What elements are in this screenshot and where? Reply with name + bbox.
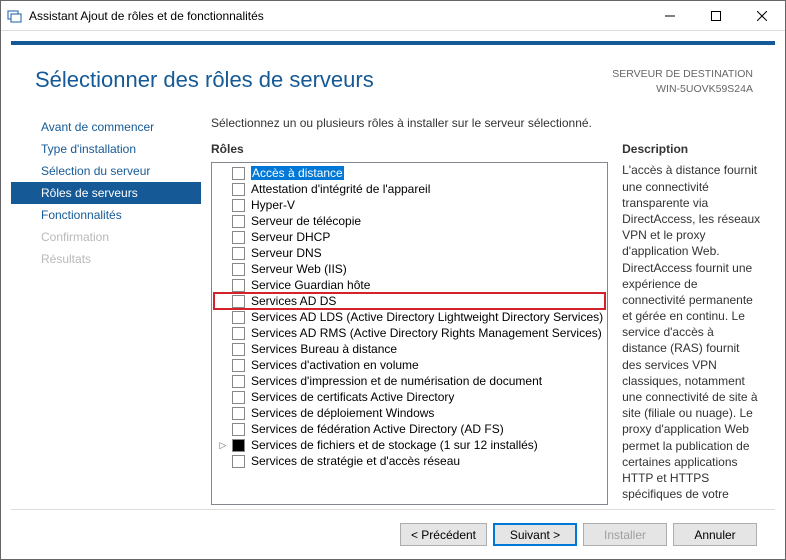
role-item[interactable]: Serveur DNS	[214, 245, 605, 261]
role-item[interactable]: Services de fédération Active Directory …	[214, 421, 605, 437]
checkbox[interactable]	[232, 455, 245, 468]
role-label: Services AD DS	[251, 294, 336, 308]
role-label: Services de stratégie et d'accès réseau	[251, 454, 460, 468]
role-label: Attestation d'intégrité de l'appareil	[251, 182, 430, 196]
checkbox[interactable]	[232, 327, 245, 340]
checkbox[interactable]	[232, 167, 245, 180]
roles-label: Rôles	[211, 142, 608, 156]
checkbox[interactable]	[232, 215, 245, 228]
role-item[interactable]: Hyper-V	[214, 197, 605, 213]
role-item[interactable]: Serveur de télécopie	[214, 213, 605, 229]
previous-button[interactable]: < Précédent	[400, 523, 487, 546]
checkbox[interactable]	[232, 199, 245, 212]
description-text[interactable]: L'accès à distance fournit une connectiv…	[622, 162, 767, 505]
checkbox[interactable]	[232, 375, 245, 388]
role-item[interactable]: Services de stratégie et d'accès réseau	[214, 453, 605, 469]
destination-label: SERVEUR DE DESTINATION	[612, 67, 753, 82]
role-item[interactable]: Serveur Web (IIS)	[214, 261, 605, 277]
description-label: Description	[622, 142, 767, 156]
role-item[interactable]: Attestation d'intégrité de l'appareil	[214, 181, 605, 197]
next-button[interactable]: Suivant >	[493, 523, 577, 546]
checkbox[interactable]	[232, 391, 245, 404]
role-item[interactable]: ▷ Services de fichiers et de stockage (1 …	[214, 437, 605, 453]
wizard-step[interactable]: Sélection du serveur	[11, 160, 201, 182]
role-item[interactable]: Accès à distance	[214, 165, 605, 181]
role-label: Serveur DNS	[251, 246, 322, 260]
checkbox[interactable]	[232, 247, 245, 260]
role-label: Services AD RMS (Active Directory Rights…	[251, 326, 602, 340]
role-item[interactable]: Services de déploiement Windows	[214, 405, 605, 421]
app-icon	[7, 8, 23, 24]
checkbox[interactable]	[232, 343, 245, 356]
role-item[interactable]: Services AD DS	[214, 293, 605, 309]
maximize-button[interactable]	[693, 1, 739, 31]
role-label: Hyper-V	[251, 198, 295, 212]
checkbox[interactable]	[232, 359, 245, 372]
page-header: Sélectionner des rôles de serveurs SERVE…	[11, 41, 775, 106]
role-label: Services Bureau à distance	[251, 342, 397, 356]
role-label: Services de déploiement Windows	[251, 406, 434, 420]
role-label: Services de fichiers et de stockage (1 s…	[251, 438, 538, 452]
wizard-step[interactable]: Rôles de serveurs	[11, 182, 201, 204]
role-label: Services AD LDS (Active Directory Lightw…	[251, 310, 603, 324]
wizard-step[interactable]: Fonctionnalités	[11, 204, 201, 226]
role-item[interactable]: Services AD RMS (Active Directory Rights…	[214, 325, 605, 341]
titlebar: Assistant Ajout de rôles et de fonctionn…	[1, 1, 785, 31]
role-item[interactable]: Services de certificats Active Directory	[214, 389, 605, 405]
role-item[interactable]: Services d'activation en volume	[214, 357, 605, 373]
checkbox[interactable]	[232, 311, 245, 324]
checkbox[interactable]	[232, 423, 245, 436]
role-label: Serveur de télécopie	[251, 214, 361, 228]
wizard-steps: Avant de commencerType d'installationSél…	[11, 106, 201, 505]
checkbox[interactable]	[232, 263, 245, 276]
cancel-button[interactable]: Annuler	[673, 523, 757, 546]
checkbox[interactable]	[232, 279, 245, 292]
role-label: Services d'activation en volume	[251, 358, 419, 372]
role-label: Services d'impression et de numérisation…	[251, 374, 542, 388]
role-item[interactable]: Service Guardian hôte	[214, 277, 605, 293]
checkbox[interactable]	[232, 231, 245, 244]
minimize-button[interactable]	[647, 1, 693, 31]
destination-server: WIN-5UOVK59S24A	[612, 82, 753, 97]
role-label: Accès à distance	[251, 166, 344, 180]
role-label: Services de fédération Active Directory …	[251, 422, 504, 436]
close-button[interactable]	[739, 1, 785, 31]
role-item[interactable]: Services d'impression et de numérisation…	[214, 373, 605, 389]
page-title: Sélectionner des rôles de serveurs	[35, 67, 612, 93]
roles-listbox[interactable]: Accès à distance Attestation d'intégrité …	[211, 162, 608, 505]
destination-box: SERVEUR DE DESTINATION WIN-5UOVK59S24A	[612, 67, 753, 96]
role-label: Services de certificats Active Directory	[251, 390, 454, 404]
checkbox[interactable]	[232, 183, 245, 196]
wizard-step[interactable]: Avant de commencer	[11, 116, 201, 138]
role-label: Service Guardian hôte	[251, 278, 370, 292]
role-label: Serveur DHCP	[251, 230, 330, 244]
wizard-footer: < Précédent Suivant > Installer Annuler	[11, 509, 775, 559]
checkbox[interactable]	[232, 439, 245, 452]
role-item[interactable]: Services Bureau à distance	[214, 341, 605, 357]
window-title: Assistant Ajout de rôles et de fonctionn…	[29, 9, 647, 23]
checkbox[interactable]	[232, 295, 245, 308]
instruction-text: Sélectionnez un ou plusieurs rôles à ins…	[211, 116, 767, 130]
checkbox[interactable]	[232, 407, 245, 420]
role-item[interactable]: Serveur DHCP	[214, 229, 605, 245]
wizard-step: Résultats	[11, 248, 201, 270]
role-item[interactable]: Services AD LDS (Active Directory Lightw…	[214, 309, 605, 325]
wizard-step[interactable]: Type d'installation	[11, 138, 201, 160]
chevron-right-icon[interactable]: ▷	[216, 438, 230, 452]
wizard-step: Confirmation	[11, 226, 201, 248]
role-label: Serveur Web (IIS)	[251, 262, 347, 276]
install-button: Installer	[583, 523, 667, 546]
